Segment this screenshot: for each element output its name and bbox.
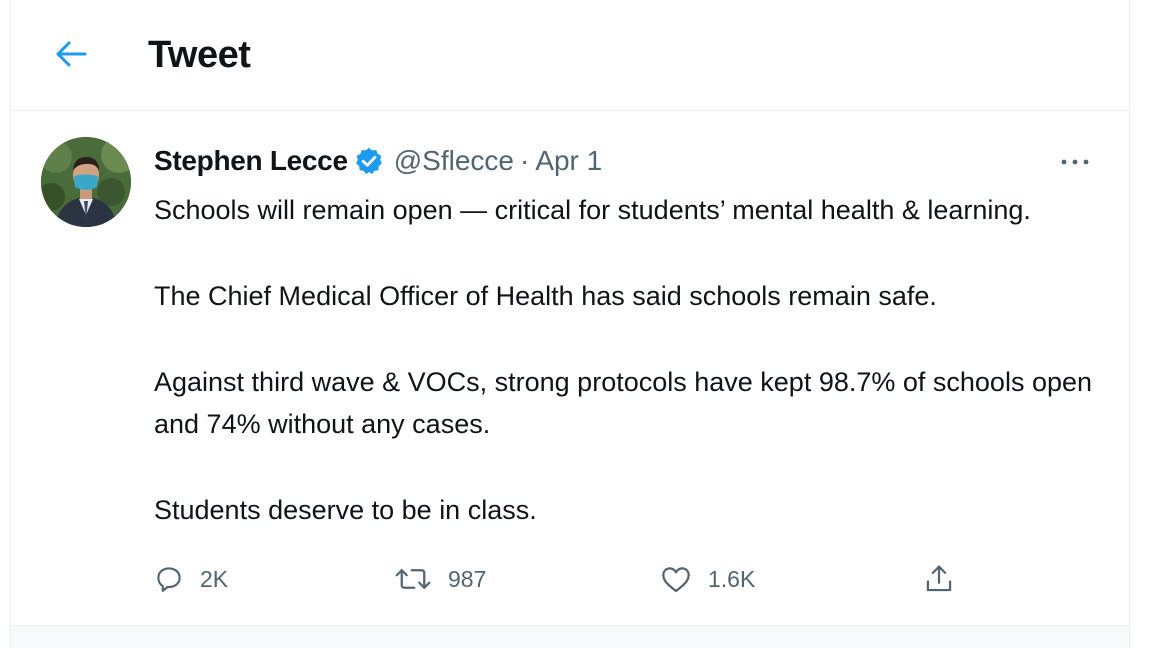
verified-badge-icon	[354, 146, 384, 176]
reply-icon	[157, 567, 181, 592]
tweet-paragraph: Against third wave & VOCs, strong protoc…	[154, 367, 1093, 439]
more-options-button[interactable]	[1055, 147, 1095, 177]
back-button[interactable]	[47, 30, 95, 78]
more-horizontal-icon	[1061, 159, 1089, 165]
share-button[interactable]	[924, 559, 954, 599]
tweet-date[interactable]: Apr 1	[535, 145, 602, 177]
tweet-actions: 2K 987 1.6K	[154, 559, 954, 599]
reply-count: 2K	[200, 565, 229, 592]
tweet-text: Schools will remain open — critical for …	[154, 189, 1094, 531]
heart-icon	[662, 567, 690, 593]
page-title: Tweet	[148, 34, 251, 76]
retweet-button[interactable]: 987	[394, 559, 486, 599]
tweet-header: Stephen Lecce @Sflecce · Apr 1	[154, 141, 602, 181]
author-name[interactable]: Stephen Lecce	[154, 145, 348, 177]
tweet-paragraph: Schools will remain open — critical for …	[154, 195, 1031, 225]
tweet-article[interactable]: Stephen Lecce @Sflecce · Apr 1 Schools w…	[11, 111, 1129, 626]
share-icon	[926, 565, 952, 592]
tweet-page: Tweet Stephen Lecce @Sflecce · Apr 1 Sch…	[10, 0, 1130, 648]
like-count: 1.6K	[708, 565, 756, 592]
tweet-paragraph: The Chief Medical Officer of Health has …	[154, 281, 937, 311]
retweet-count: 987	[448, 565, 487, 592]
arrow-left-icon	[56, 41, 87, 67]
avatar[interactable]	[41, 137, 131, 227]
divider-strip	[11, 626, 1129, 648]
reply-button[interactable]: 2K	[154, 559, 228, 599]
page-header: Tweet	[11, 0, 1129, 111]
retweet-icon	[395, 569, 431, 589]
avatar-image	[41, 137, 131, 227]
meta-separator: ·	[519, 145, 530, 176]
tweet-paragraph: Students deserve to be in class.	[154, 495, 537, 525]
author-handle[interactable]: @Sflecce	[394, 145, 514, 177]
like-button[interactable]: 1.6K	[660, 559, 755, 599]
